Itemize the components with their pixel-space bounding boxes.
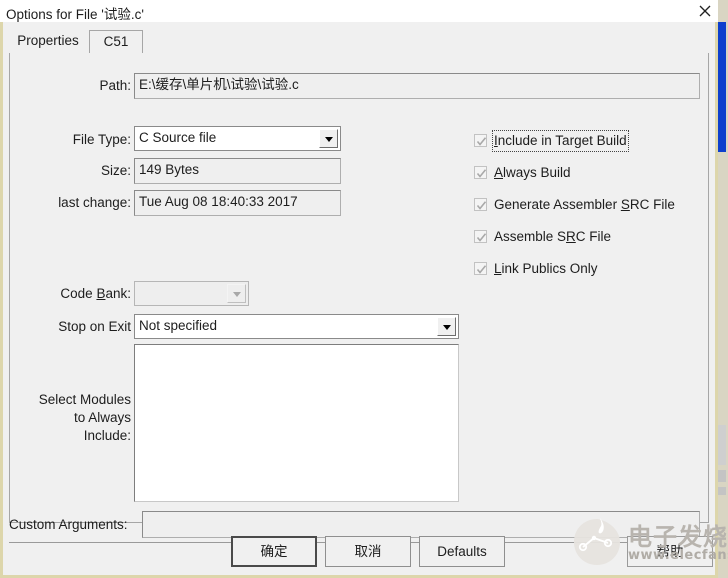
checkbox-label: Include in Target Build: [492, 130, 629, 152]
checkmark-icon: [474, 166, 487, 179]
options-dialog: Properties C51 Path: E:\缓存\单片机\试验\试验.c F…: [0, 22, 718, 578]
background-window-gray-mark-1: [718, 470, 726, 482]
path-field[interactable]: E:\缓存\单片机\试验\试验.c: [134, 73, 700, 99]
defaults-button[interactable]: Defaults: [419, 536, 505, 567]
code-bank-label: Code Bank:: [60, 286, 131, 301]
chevron-down-icon[interactable]: [437, 317, 456, 336]
select-modules-label-line-1: Select Modules: [38, 392, 131, 407]
window-title: Options for File '试验.c': [6, 7, 144, 22]
path-label: Path:: [99, 78, 131, 93]
select-modules-label-line-3: Include:: [83, 428, 131, 443]
select-modules-listbox[interactable]: [134, 344, 459, 502]
last-change-field[interactable]: Tue Aug 08 18:40:33 2017: [134, 190, 341, 216]
file-type-label: File Type:: [72, 132, 131, 147]
chevron-down-icon[interactable]: [319, 129, 338, 148]
stop-on-exit-value: Not specified: [139, 318, 218, 333]
select-modules-label: Select Modules to Always Include:: [11, 391, 131, 445]
checkmark-icon: [474, 230, 487, 243]
code-bank-combobox[interactable]: [134, 281, 249, 306]
checkbox-label: Generate Assembler SRC File: [494, 197, 675, 212]
background-window-gray-mark-2: [718, 487, 726, 495]
stop-on-exit-label: Stop on Exit: [58, 319, 131, 334]
title-bar: Options for File '试验.c': [0, 0, 718, 22]
close-icon[interactable]: [692, 0, 718, 22]
size-field[interactable]: 149 Bytes: [134, 158, 341, 184]
tab-properties[interactable]: Properties: [9, 30, 87, 54]
file-type-value: C Source file: [139, 130, 217, 145]
chevron-down-icon[interactable]: [227, 284, 246, 303]
background-window-blue-bar: [718, 22, 726, 152]
checkbox-label: Always Build: [494, 165, 571, 180]
background-window-scroll-thumb: [718, 425, 726, 465]
checkmark-icon: [474, 198, 487, 211]
help-button[interactable]: 帮助: [627, 536, 713, 567]
select-modules-label-line-2: to Always: [73, 410, 131, 425]
custom-arguments-field[interactable]: [142, 511, 700, 538]
size-label: Size:: [100, 163, 131, 178]
tab-bar: Properties C51: [9, 30, 709, 54]
stop-on-exit-combobox[interactable]: Not specified: [134, 314, 459, 339]
last-change-label: last change:: [58, 195, 131, 210]
screen: Options for File '试验.c' Properties C51 P…: [0, 0, 728, 578]
checkmark-icon: [474, 134, 487, 147]
checkmark-icon: [474, 262, 487, 275]
checkbox-label: Assemble SRC File: [494, 229, 612, 244]
checkbox-label: Link Publics Only: [494, 261, 598, 276]
ok-button[interactable]: 确定: [231, 536, 317, 567]
cancel-button[interactable]: 取消: [325, 536, 411, 567]
tab-c51[interactable]: C51: [89, 30, 143, 54]
custom-arguments-label: Custom Arguments:: [9, 517, 128, 532]
file-type-combobox[interactable]: C Source file: [134, 126, 341, 151]
